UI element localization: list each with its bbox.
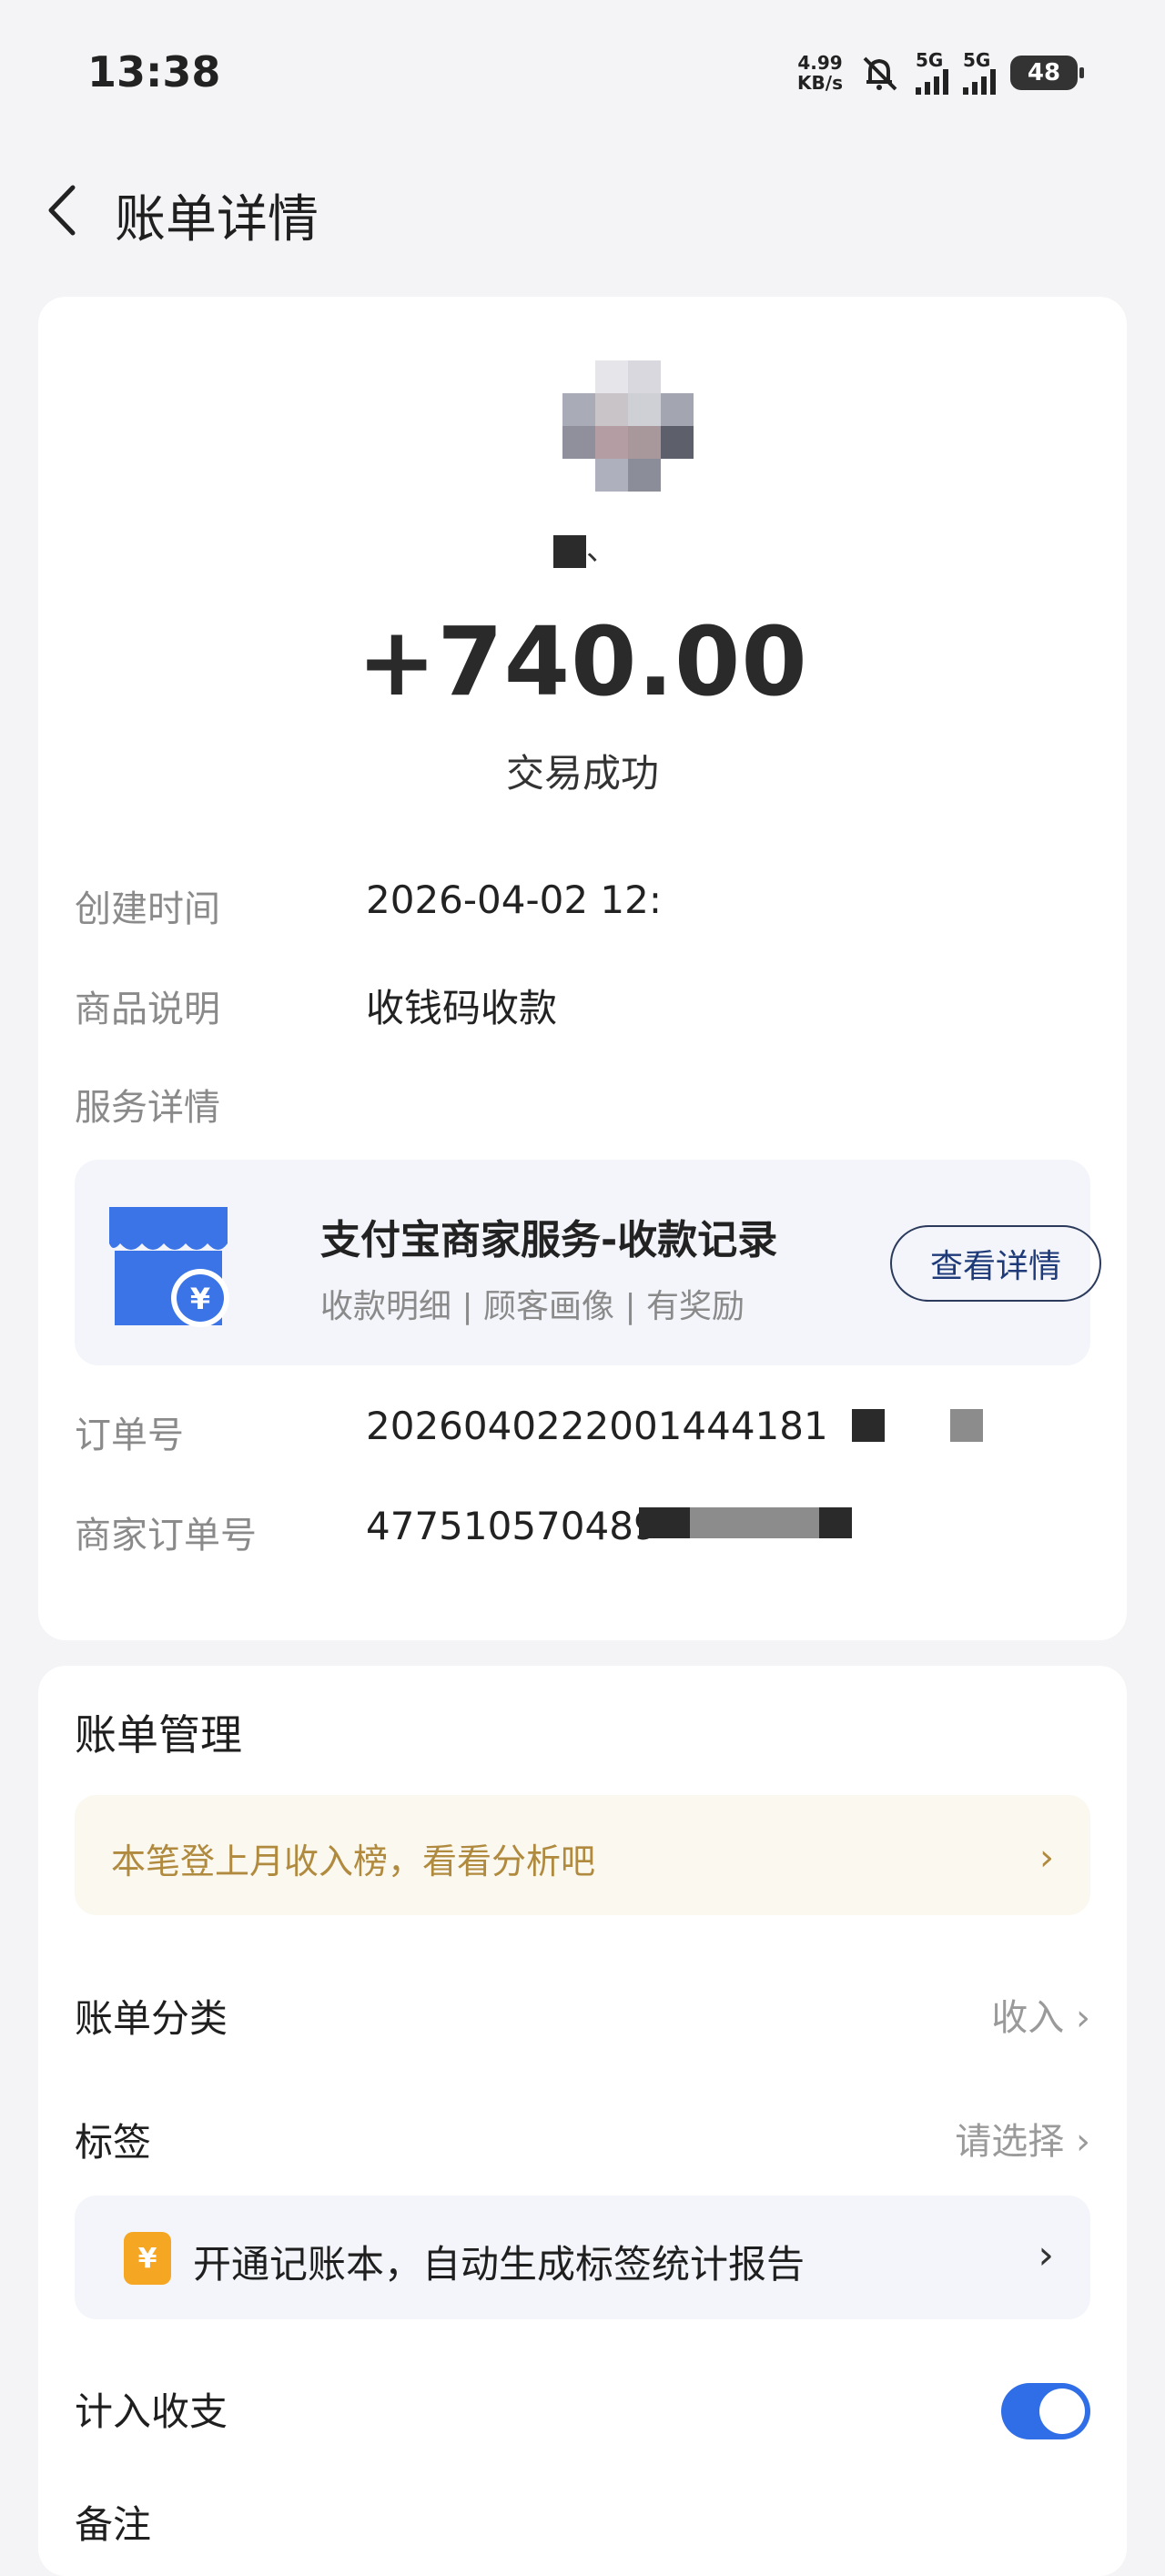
- merchant-service-card[interactable]: ¥ 支付宝商家服务-收款记录 收款明细 | 顾客画像 | 有奖励 查看详情: [75, 1160, 1101, 1365]
- section-title: 账单管理: [75, 1710, 242, 1760]
- page-title: 账单详情: [115, 190, 319, 249]
- sim2-signal-icon: 5G: [963, 51, 996, 95]
- amount: +740.00: [357, 606, 808, 717]
- status-time: 13:38: [87, 47, 221, 96]
- mute-icon: [863, 56, 897, 91]
- created-time-label: 创建时间: [75, 888, 220, 930]
- chevron-right-icon: ›: [1076, 2121, 1090, 2163]
- tag-selector[interactable]: 请选择 ›: [955, 2112, 1090, 2165]
- order-number-label: 订单号: [75, 1415, 184, 1456]
- redacted-block: [690, 1507, 826, 1538]
- tag-label: 标签: [75, 2120, 152, 2165]
- bill-detail-card: 、 +740.00 交易成功 创建时间 2026-04-02 12: 商品说明 …: [38, 297, 1127, 1640]
- chevron-right-icon: ›: [1039, 1837, 1054, 1879]
- description-label: 商品说明: [75, 989, 220, 1030]
- payer-name: 、: [553, 524, 617, 569]
- nav-bar: 账单详情: [0, 164, 1165, 255]
- shop-icon: ¥: [109, 1207, 229, 1327]
- merchant-order-value: 477510570489: [366, 1504, 658, 1548]
- order-number-value: 2026040222001444181: [366, 1404, 828, 1448]
- description-value: 收钱码收款: [366, 986, 558, 1030]
- status-bar: 13:38 4.99 KB/s 5G 5G 48: [0, 0, 1165, 155]
- hint-text: 本笔登上月收入榜，看看分析吧: [111, 1841, 596, 1881]
- view-details-button[interactable]: 查看详情: [890, 1225, 1101, 1302]
- battery-icon: 48: [1010, 56, 1084, 90]
- service-title: 支付宝商家服务-收款记录: [320, 1217, 778, 1263]
- sim1-signal-icon: 5G: [916, 51, 948, 95]
- count-toggle-label: 计入收支: [75, 2389, 228, 2434]
- tag-value: 请选择: [955, 2121, 1065, 2163]
- category-label: 账单分类: [75, 1996, 228, 2041]
- toggle-knob: [1039, 2388, 1085, 2434]
- avatar: [562, 360, 694, 492]
- redacted-block: [819, 1507, 852, 1538]
- status-icons: 4.99 KB/s 5G 5G 48: [797, 51, 1084, 95]
- redacted-block: [639, 1507, 690, 1538]
- redacted-block: [852, 1409, 885, 1442]
- yuan-ledger-icon: ¥: [124, 2232, 171, 2285]
- count-toggle[interactable]: [1001, 2383, 1090, 2439]
- note-label: 备注: [75, 2502, 152, 2547]
- promo-text: 开通记账本，自动生成标签统计报告: [193, 2242, 805, 2287]
- category-selector[interactable]: 收入 ›: [991, 1988, 1090, 2041]
- chevron-right-icon: ›: [1038, 2232, 1054, 2278]
- service-label: 服务详情: [75, 1087, 220, 1129]
- merchant-order-label: 商家订单号: [75, 1515, 257, 1557]
- network-speed: 4.99 KB/s: [797, 52, 843, 94]
- chevron-left-icon: [48, 185, 76, 236]
- transaction-status: 交易成功: [505, 751, 659, 796]
- back-button[interactable]: [36, 178, 91, 242]
- category-value: 收入: [991, 1997, 1065, 2039]
- svg-text:¥: ¥: [190, 1282, 210, 1316]
- redacted-block: [553, 534, 586, 568]
- income-rank-hint[interactable]: 本笔登上月收入榜，看看分析吧 ›: [75, 1795, 1090, 1915]
- ledger-promo[interactable]: ¥ 开通记账本，自动生成标签统计报告 ›: [75, 2196, 1090, 2319]
- created-time-value: 2026-04-02 12:: [366, 877, 663, 922]
- bill-management-card: 账单管理 本笔登上月收入榜，看看分析吧 › 账单分类 收入 › 标签 请选择 ›…: [38, 1666, 1127, 2576]
- chevron-right-icon: ›: [1076, 1997, 1090, 2039]
- service-subtitle: 收款明细 | 顾客画像 | 有奖励: [320, 1288, 745, 1325]
- redacted-block: [950, 1409, 983, 1442]
